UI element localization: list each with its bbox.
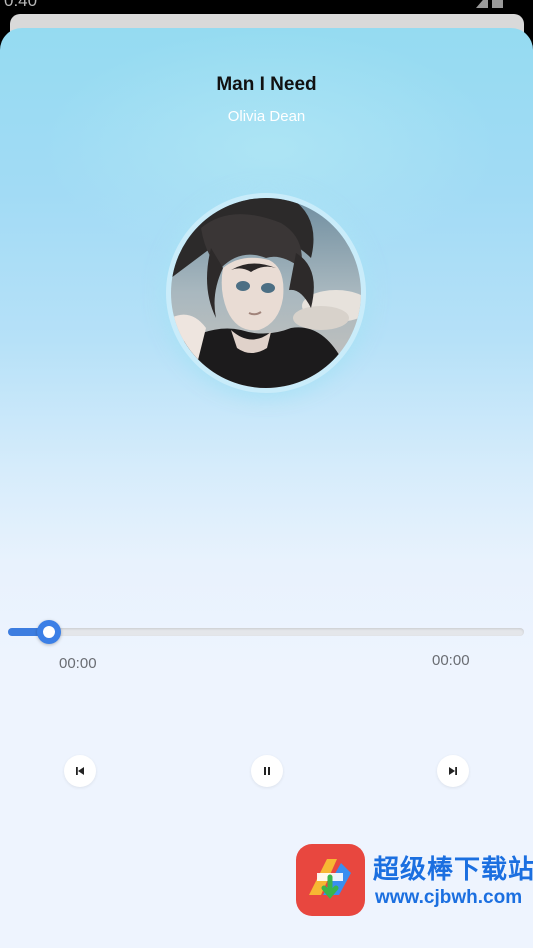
total-time: 00:00 — [432, 652, 470, 669]
pause-icon — [264, 767, 270, 775]
watermark-title: 超级棒下载站 — [373, 855, 533, 885]
skip-previous-icon — [76, 767, 84, 775]
status-time: 0:40 — [4, 0, 38, 10]
progress-track[interactable] — [8, 628, 524, 636]
play-pause-button[interactable] — [251, 755, 283, 787]
song-title: Man I Need — [216, 74, 317, 95]
current-time: 00:00 — [59, 655, 97, 672]
status-icons — [476, 0, 503, 8]
battery-icon — [492, 0, 503, 8]
skip-next-icon — [449, 767, 457, 775]
watermark: 超级棒下载站 www.cjbwh.com — [295, 843, 533, 920]
album-cover — [171, 198, 361, 388]
player-sheet: Man I Need Olivia Dean 00:00 00:00 — [0, 28, 533, 948]
previous-button[interactable] — [64, 755, 96, 787]
next-button[interactable] — [437, 755, 469, 787]
progress-thumb[interactable] — [37, 620, 61, 644]
song-artist: Olivia Dean — [227, 108, 306, 125]
watermark-url: www.cjbwh.com — [375, 887, 523, 908]
signal-icon — [476, 0, 488, 8]
watermark-logo — [296, 844, 365, 916]
